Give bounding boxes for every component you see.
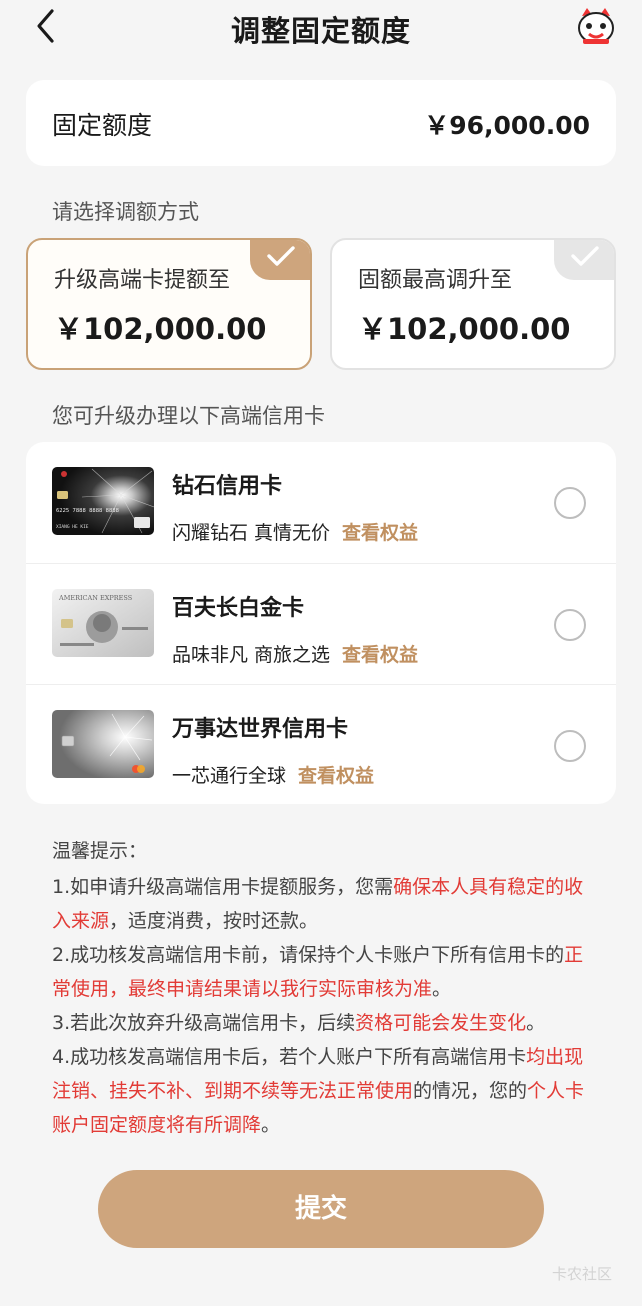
selected-check-badge	[250, 240, 310, 280]
tip-text: 。	[432, 978, 452, 1000]
card-slogan: 一芯通行全球 查看权益	[172, 761, 374, 788]
centurion-card-image: AMERICAN EXPRESS	[52, 589, 154, 657]
view-benefits-link[interactable]: 查看权益	[298, 765, 374, 787]
list-item[interactable]: 万事达世界信用卡 一芯通行全球 查看权益	[26, 684, 616, 805]
tip-item: 1.如申请升级高端信用卡提额服务，您需确保本人具有稳定的收入来源，适度消费，按时…	[52, 870, 592, 938]
option-title: 升级高端卡提额至	[54, 268, 231, 293]
submit-button[interactable]: 提交	[98, 1170, 544, 1248]
tips-section: 温馨提示： 1.如申请升级高端信用卡提额服务，您需确保本人具有稳定的收入来源，适…	[52, 834, 592, 1142]
card-radio[interactable]	[554, 487, 586, 519]
list-item[interactable]: 6225 7888 8888 8888 XIANG HE KIE 钻石信用卡 闪…	[26, 442, 616, 563]
unselected-check-badge	[554, 240, 614, 280]
header: 调整固定额度	[0, 0, 642, 54]
tip-text: 的情况，您的	[413, 1080, 528, 1102]
tip-text: 3.若此次放弃升级高端信用卡，后续	[52, 1012, 356, 1034]
fixed-quota-card: 固定额度 ￥96,000.00	[26, 80, 616, 166]
page-title: 调整固定额度	[230, 14, 411, 48]
card-name: 钻石信用卡	[172, 474, 283, 499]
fixed-quota-value: ￥96,000.00	[424, 111, 590, 140]
tip-text: 4.成功核发高端信用卡后，若个人账户下所有高端信用卡	[52, 1046, 527, 1068]
tip-item: 2.成功核发高端信用卡前，请保持个人卡账户下所有信用卡的正常使用，最终申请结果请…	[52, 938, 592, 1006]
check-icon	[571, 246, 599, 266]
tip-text: ，	[109, 978, 129, 1000]
tip-item: 4.成功核发高端信用卡后，若个人账户下所有高端信用卡均出现注销、挂失不补、到期不…	[52, 1040, 592, 1142]
card-name: 百夫长白金卡	[172, 596, 305, 621]
tip-text: 。	[526, 1012, 546, 1034]
option-amount: ￥102,000.00	[358, 312, 571, 346]
tip-item: 3.若此次放弃升级高端信用卡，后续资格可能会发生变化。	[52, 1006, 592, 1040]
tip-highlight: 最终申请结果请以我行实际审核为准	[128, 978, 433, 1000]
amex-brand-text: AMERICAN EXPRESS	[58, 594, 132, 602]
card-radio[interactable]	[554, 730, 586, 762]
tip-text: 2.成功核发高端信用卡前，请保持个人卡账户下所有信用卡的	[52, 944, 565, 966]
view-benefits-link[interactable]: 查看权益	[342, 522, 418, 544]
tip-text: 1.如申请升级高端信用卡提额服务，您需	[52, 876, 394, 898]
cards-section-label: 您可升级办理以下高端信用卡	[52, 404, 325, 428]
method-section-label: 请选择调额方式	[52, 200, 199, 224]
tips-title: 温馨提示：	[52, 840, 148, 862]
option-upgrade-card[interactable]: 升级高端卡提额至 ￥102,000.00	[26, 238, 312, 370]
check-icon	[267, 246, 295, 266]
card-name: 万事达世界信用卡	[172, 717, 349, 742]
card-slogan-text: 品味非凡 商旅之选	[172, 644, 331, 666]
tip-highlight: 资格可能会发生变化	[355, 1012, 527, 1034]
tip-text: ，适度消费，按时还款。	[109, 910, 319, 932]
mascot-icon[interactable]	[574, 6, 618, 46]
option-title: 固额最高调升至	[358, 268, 513, 293]
card-slogan-text: 闪耀钻石 真情无价	[172, 522, 331, 544]
card-number-text: 6225 7888 8888 8888	[56, 508, 119, 514]
card-slogan-text: 一芯通行全球	[172, 765, 287, 787]
watermark: 卡农社区	[552, 1265, 613, 1283]
view-benefits-link[interactable]: 查看权益	[342, 644, 418, 666]
option-fixed-raise[interactable]: 固额最高调升至 ￥102,000.00	[330, 238, 616, 370]
card-slogan: 闪耀钻石 真情无价 查看权益	[172, 518, 418, 545]
diamond-card-image: 6225 7888 8888 8888 XIANG HE KIE	[52, 467, 154, 535]
list-item[interactable]: AMERICAN EXPRESS 百夫长白金卡 品味非凡 商旅之选 查看权益	[26, 563, 616, 684]
fixed-quota-label: 固定额度	[52, 111, 153, 140]
card-list: 6225 7888 8888 8888 XIANG HE KIE 钻石信用卡 闪…	[26, 442, 616, 804]
option-amount: ￥102,000.00	[54, 312, 267, 346]
card-radio[interactable]	[554, 609, 586, 641]
card-slogan: 品味非凡 商旅之选 查看权益	[172, 640, 418, 667]
mastercard-world-card-image	[52, 710, 154, 778]
card-holder-text: XIANG HE KIE	[56, 524, 89, 530]
tip-text: 。	[261, 1114, 281, 1136]
